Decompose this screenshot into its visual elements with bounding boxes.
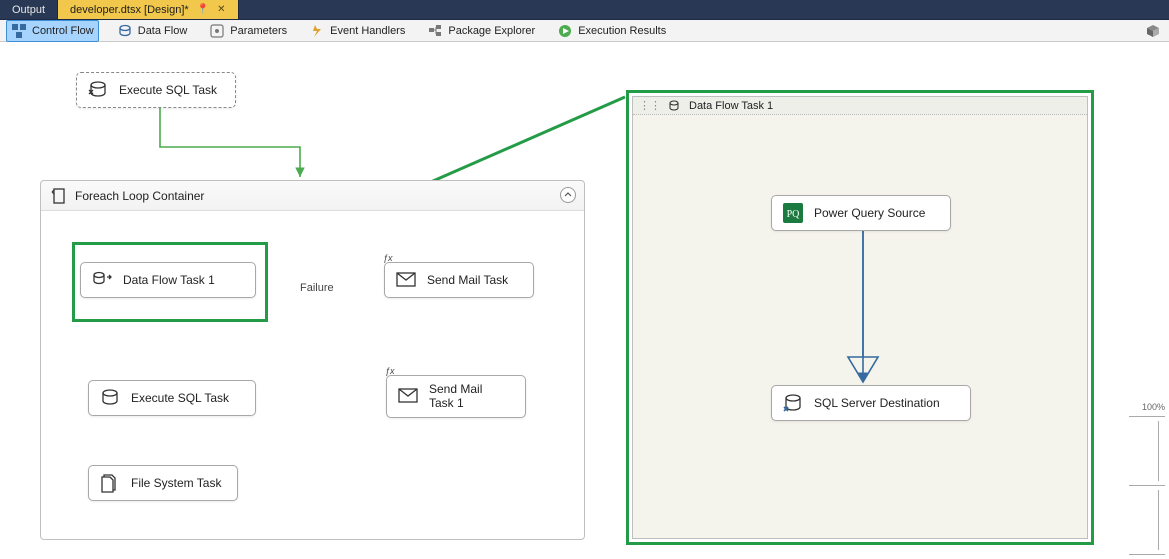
container-title: Foreach Loop Container [75,189,204,203]
sql-destination-icon [782,392,804,414]
connectors-right [633,97,1087,538]
sql-task-icon [87,79,109,101]
data-flow-detail-panel[interactable]: ⋮⋮ Data Flow Task 1 PQ Power Query Sourc… [632,96,1088,539]
execution-results-label: Execution Results [578,25,666,37]
task-execute-sql-top[interactable]: Execute SQL Task [76,72,236,108]
grip-icon: ⋮⋮ [639,99,661,112]
task-label: File System Task [131,476,221,490]
data-flow-task-icon [91,269,113,291]
task-send-mail-1[interactable]: ƒx Send Mail Task 1 [386,375,526,418]
task-send-mail[interactable]: ƒx Send Mail Task [384,262,534,298]
task-label: Execute SQL Task [131,391,229,405]
mail-icon [395,269,417,291]
component-power-query-source[interactable]: PQ Power Query Source [771,195,951,231]
data-flow-label: Data Flow [138,25,188,37]
power-query-icon: PQ [782,202,804,224]
task-data-flow-1[interactable]: Data Flow Task 1 [80,262,256,298]
package-explorer-icon [427,23,443,39]
sql-task-icon [99,387,121,409]
parameters-icon [209,23,225,39]
package-explorer-label: Package Explorer [448,25,535,37]
event-handlers-label: Event Handlers [330,25,405,37]
task-label: Data Flow Task 1 [123,273,215,287]
design-canvas[interactable]: Execute SQL Task Foreach Loop Container … [0,42,1169,555]
foreach-icon [51,188,67,204]
collapse-toggle[interactable] [560,187,576,203]
tab-data-flow[interactable]: Data Flow [113,21,192,41]
zoom-tick [1129,485,1165,486]
tab-execution-results[interactable]: Execution Results [553,21,670,41]
designer-toolbar: Control Flow Data Flow Parameters Event … [0,20,1169,42]
component-sql-server-destination[interactable]: SQL Server Destination [771,385,971,421]
mail-icon [397,385,419,407]
task-file-system[interactable]: File System Task [88,465,238,501]
parameters-label: Parameters [230,25,287,37]
file-system-icon [99,472,121,494]
connector-label-failure: Failure [300,282,334,294]
control-flow-icon [11,23,27,39]
svg-text:PQ: PQ [787,209,801,220]
container-header: Foreach Loop Container [41,181,584,211]
zoom-track[interactable] [1129,421,1159,481]
package-icon[interactable] [1145,23,1161,39]
tab-package-explorer[interactable]: Package Explorer [423,21,539,41]
component-label: Power Query Source [814,206,925,220]
detail-panel-title: Data Flow Task 1 [689,100,773,112]
fx-badge: ƒx [385,366,395,376]
tab-event-handlers[interactable]: Event Handlers [305,21,409,41]
component-label: SQL Server Destination [814,396,940,410]
pin-icon[interactable]: 📍 [197,4,209,15]
zoom-percent: 100% [1129,402,1165,412]
data-flow-icon [117,23,133,39]
document-tabstrip: Output developer.dtsx [Design]* 📍 ✕ [0,0,1169,20]
zoom-track[interactable] [1129,490,1159,550]
control-flow-label: Control Flow [32,25,94,37]
task-execute-sql-inner[interactable]: Execute SQL Task [88,380,256,416]
play-icon [557,23,573,39]
task-label: Send Mail Task [427,273,508,287]
tab-output[interactable]: Output [0,0,58,19]
tab-control-flow[interactable]: Control Flow [6,20,99,42]
data-flow-task-icon [667,98,683,114]
close-icon[interactable]: ✕ [217,4,225,15]
task-label: Execute SQL Task [119,83,217,97]
detail-panel-header: ⋮⋮ Data Flow Task 1 [633,97,1087,115]
event-handlers-icon [309,23,325,39]
tab-designer-active[interactable]: developer.dtsx [Design]* 📍 ✕ [58,0,238,19]
task-label: Send Mail Task 1 [429,382,482,411]
tab-parameters[interactable]: Parameters [205,21,291,41]
tab-designer-label: developer.dtsx [Design]* [70,4,189,16]
tab-output-label: Output [12,4,45,16]
zoom-slider[interactable]: 100% [1129,402,1165,559]
zoom-tick [1129,416,1165,417]
fx-badge: ƒx [383,253,393,263]
